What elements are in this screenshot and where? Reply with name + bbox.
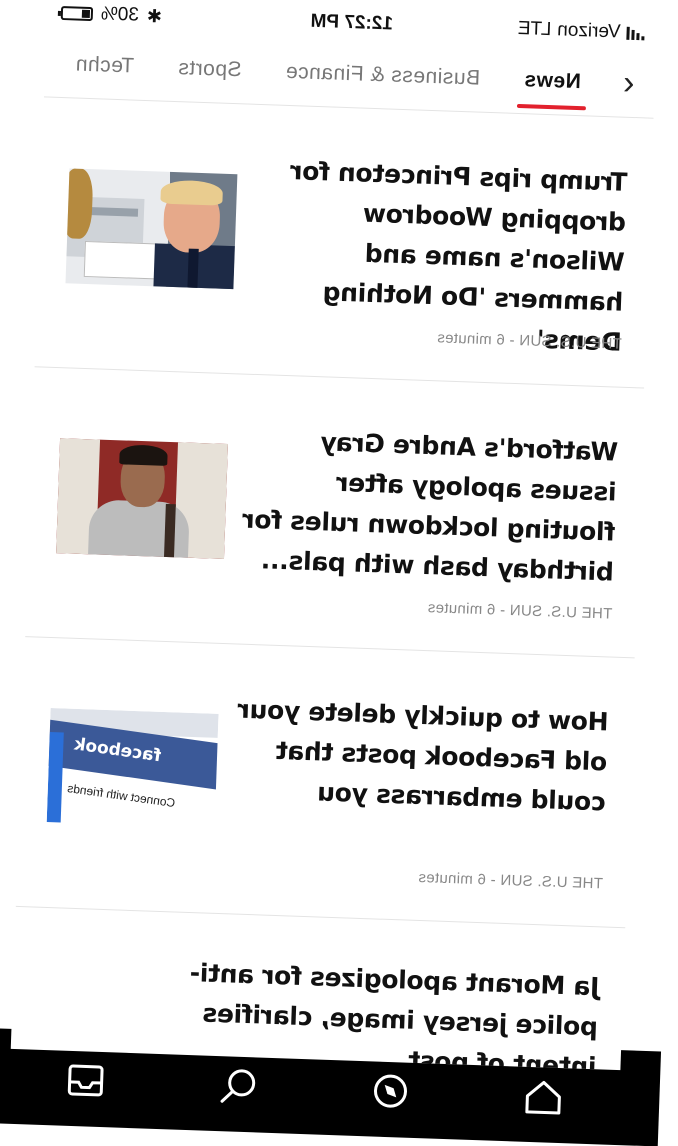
app-screen: Verizon LTE 12:27 PM ✱ 30% ‹ News Busine…	[10, 0, 658, 1071]
article-thumbnail[interactable]: facebook Connect with friends	[46, 708, 219, 829]
article-card[interactable]: Watford's Andre Gray issues apology afte…	[25, 367, 645, 659]
article-meta: THE U.S. SUN - 6 minutes	[418, 869, 603, 892]
tab-sports[interactable]: Sports	[155, 39, 265, 105]
hair-graphic	[160, 179, 224, 206]
article-headline[interactable]: Trump rips Princeton for dropping Woodro…	[241, 150, 628, 363]
article-age: 6 minutes	[427, 599, 496, 619]
bluetooth-icon: ✱	[146, 5, 163, 26]
article-source: THE U.S. SUN	[509, 601, 613, 623]
article-headline[interactable]: Watford's Andre Gray issues apology afte…	[233, 419, 618, 592]
status-right: ✱ 30%	[60, 2, 163, 28]
article-thumbnail[interactable]	[56, 438, 228, 559]
meta-separator: -	[495, 601, 506, 619]
meta-separator: -	[504, 331, 515, 349]
article-card[interactable]: Trump rips Princeton for dropping Woodro…	[34, 97, 654, 389]
bottom-navigation	[8, 1031, 621, 1145]
tab-business-finance[interactable]: Business & Finance	[262, 43, 503, 113]
meta-separator: -	[485, 871, 496, 889]
article-card[interactable]: How to quickly delete your old Facebook …	[15, 637, 635, 929]
battery-percent: 30%	[100, 3, 140, 26]
home-icon[interactable]	[512, 1065, 574, 1127]
article-card[interactable]: Ja Morant apologizes for anti-police jer…	[12, 907, 626, 1070]
discover-icon[interactable]	[360, 1060, 422, 1122]
inbox-icon[interactable]	[55, 1049, 117, 1111]
article-age: 6 minutes	[436, 329, 506, 349]
search-icon[interactable]	[207, 1054, 269, 1116]
hair-graphic	[119, 444, 168, 466]
article-headline[interactable]: How to quickly delete your old Facebook …	[225, 689, 609, 822]
chevron-left-icon[interactable]: ‹	[610, 64, 647, 102]
article-meta: THE U.S. SUN - 6 minutes	[427, 599, 612, 622]
news-feed: Trump rips Princeton for dropping Woodro…	[12, 97, 654, 1070]
phone-screen: Verizon LTE 12:27 PM ✱ 30% ‹ News Busine…	[0, 0, 678, 1146]
browser-edge-graphic	[46, 732, 64, 823]
article-thumbnail[interactable]	[65, 168, 238, 290]
battery-icon	[60, 5, 94, 22]
tie-graphic	[187, 248, 199, 289]
article-source: THE U.S. SUN	[518, 332, 622, 353]
tweet-card-graphic	[83, 240, 165, 280]
tab-news[interactable]: News	[501, 51, 604, 116]
article-age: 6 minutes	[417, 868, 487, 889]
tab-technology[interactable]: Techn	[52, 36, 157, 102]
battery-fill	[81, 9, 91, 18]
article-source: THE U.S. SUN	[499, 871, 604, 893]
facebook-tagline-text: Connect with friends	[66, 781, 177, 811]
bag-strap-graphic	[163, 503, 176, 559]
